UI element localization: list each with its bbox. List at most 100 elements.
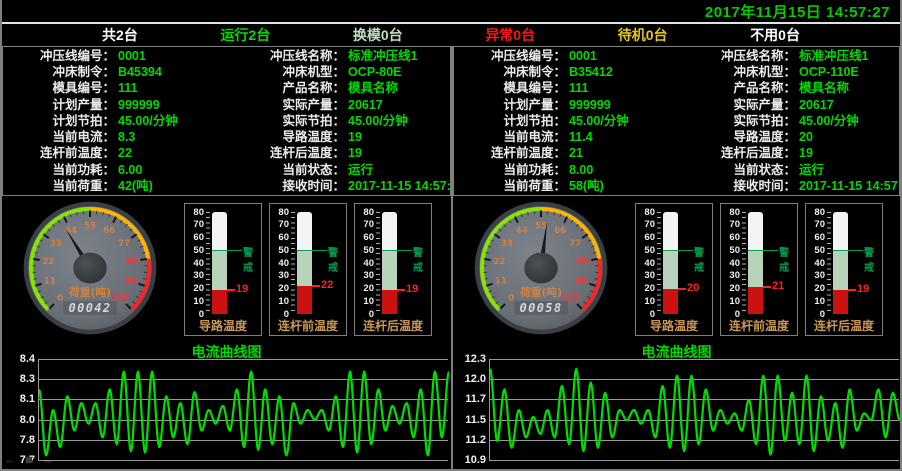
thermo-scale-label: 60 [355, 232, 374, 243]
info-label: 计划产量： [3, 97, 115, 113]
thermo-scale-label: 20 [185, 283, 204, 294]
chart-plot [38, 359, 448, 461]
warn-label: 警戒 [413, 244, 431, 274]
svg-text:88: 88 [126, 257, 138, 267]
warn-line [297, 250, 327, 251]
thermo-value: 19 [236, 283, 248, 295]
info-value: 21 [566, 145, 678, 161]
thermo-scale-label: 40 [721, 258, 740, 269]
info-label: 连杆前温度： [3, 145, 115, 161]
svg-text:66: 66 [103, 226, 115, 236]
info-value: 6.00 [115, 162, 227, 178]
info-value: 2017-11-15 14:57:24 [796, 178, 899, 194]
info-label: 连杆后温度： [227, 145, 345, 161]
system-datetime: 2017年11月15日 14:57:27 [705, 1, 890, 22]
svg-text:22: 22 [493, 257, 505, 267]
status-item-1[interactable]: 运行2台 [220, 25, 270, 45]
thermo-scale-label: 70 [636, 219, 655, 230]
svg-text:66: 66 [554, 226, 566, 236]
info-value: B35412 [566, 64, 678, 80]
machine-panels: 冲压线编号：0001冲压线名称：标准冲压线1冲床制令：B45394冲床机型：OC… [2, 46, 900, 469]
y-axis-label: 7.8 [4, 434, 35, 446]
info-label: 计划节拍： [454, 113, 566, 129]
warn-label: 警戒 [243, 244, 261, 274]
info-label: 实际产量： [227, 97, 345, 113]
svg-text:77: 77 [118, 239, 130, 249]
thermo-scale-label: 70 [270, 219, 289, 230]
info-label: 产品名称： [678, 80, 796, 96]
thermo-scale-label: 20 [355, 283, 374, 294]
svg-text:00058: 00058 [520, 301, 563, 315]
thermo-ticks [657, 212, 661, 315]
info-value: 45.00/分钟 [796, 113, 899, 129]
warn-line [833, 250, 863, 251]
info-label: 实际产量： [678, 97, 796, 113]
thermo-scale-label: 60 [721, 232, 740, 243]
info-label: 冲床机型： [678, 64, 796, 80]
info-label: 冲床制令： [454, 64, 566, 80]
info-value: 20617 [345, 97, 450, 113]
svg-text:55: 55 [535, 221, 547, 231]
svg-text:33: 33 [501, 239, 513, 249]
forward-arrow-icon[interactable]: → [41, 452, 54, 467]
info-label: 导路温度： [227, 129, 345, 145]
svg-text:33: 33 [50, 239, 62, 249]
warn-line [212, 250, 242, 251]
info-label: 冲压线名称： [227, 48, 345, 64]
info-label: 当前状态： [678, 162, 796, 178]
info-label: 当前电流： [454, 129, 566, 145]
info-value: 19 [345, 145, 450, 161]
thermo-ticks [376, 212, 380, 315]
status-item-4[interactable]: 待机0台 [618, 25, 668, 45]
info-value: 111 [566, 80, 678, 96]
gauge-row: 0112233445566778899110荷重(吨)00042 8070605… [2, 196, 451, 341]
thermo-value-mark [227, 289, 235, 291]
status-item-3[interactable]: 异常0台 [485, 25, 535, 45]
stop-square-icon[interactable]: ■ [25, 452, 33, 467]
load-gauge: 0112233445566778899110荷重(吨)00058 [465, 201, 617, 335]
info-value: 11.4 [566, 129, 678, 145]
info-label: 连杆后温度： [678, 145, 796, 161]
thermo-scale-label: 80 [806, 207, 825, 218]
load-gauge: 0112233445566778899110荷重(吨)00042 [14, 201, 166, 335]
thermo-ticks [291, 212, 295, 315]
warn-label: 警戒 [779, 244, 797, 274]
thermo-scale-label: 20 [636, 283, 655, 294]
status-item-2[interactable]: 换模0台 [353, 25, 403, 45]
thermo-value-mark [763, 286, 771, 288]
info-label: 接收时间： [227, 178, 345, 194]
info-value: 42(吨) [115, 178, 227, 194]
status-item-5[interactable]: 不用0台 [750, 25, 800, 45]
info-value: OCP-80E [345, 64, 450, 80]
thermometer-导路温度: 80706050403020100 警戒20导路温度 [635, 203, 713, 336]
thermo-scale-label: 30 [270, 270, 289, 281]
thermo-scale-label: 50 [355, 245, 374, 256]
current-chart-section: 电流曲线图 12.312.011.711.511.210.9 [453, 341, 900, 469]
thermometer-连杆后温度: 80706050403020100 警戒19连杆后温度 [354, 203, 432, 336]
y-axis-label: 12.0 [455, 373, 486, 385]
thermo-value-mark [397, 289, 405, 291]
info-value: 8.3 [115, 129, 227, 145]
info-label: 当前功耗： [454, 162, 566, 178]
svg-text:0: 0 [508, 293, 514, 303]
info-label: 产品名称： [227, 80, 345, 96]
thermo-caption: 连杆后温度 [806, 317, 882, 334]
info-value: 45.00/分钟 [345, 113, 450, 129]
thermometer-连杆前温度: 80706050403020100 警戒22连杆前温度 [269, 203, 347, 336]
info-value: 22 [115, 145, 227, 161]
svg-text:44: 44 [516, 226, 528, 236]
svg-text:11: 11 [44, 277, 56, 287]
thermo-tube [748, 212, 763, 314]
machine-panel-1: 冲压线编号：0001冲压线名称：标准冲压线1冲床制令：B45394冲床机型：OC… [2, 46, 451, 469]
status-item-0[interactable]: 共2台 [102, 25, 138, 45]
info-value: 19 [796, 145, 899, 161]
thermo-scale-label: 30 [185, 270, 204, 281]
info-label: 模具编号： [3, 80, 115, 96]
info-value: 2017-11-15 14:57:24 [345, 178, 450, 194]
thermo-scale-label: 80 [185, 207, 204, 218]
thermo-scale-label: 30 [721, 270, 740, 281]
info-label: 当前荷重： [3, 178, 115, 194]
y-axis-label: 8.4 [4, 353, 35, 365]
thermo-scale-label: 70 [355, 219, 374, 230]
back-arrow-icon[interactable]: ← [4, 452, 17, 467]
